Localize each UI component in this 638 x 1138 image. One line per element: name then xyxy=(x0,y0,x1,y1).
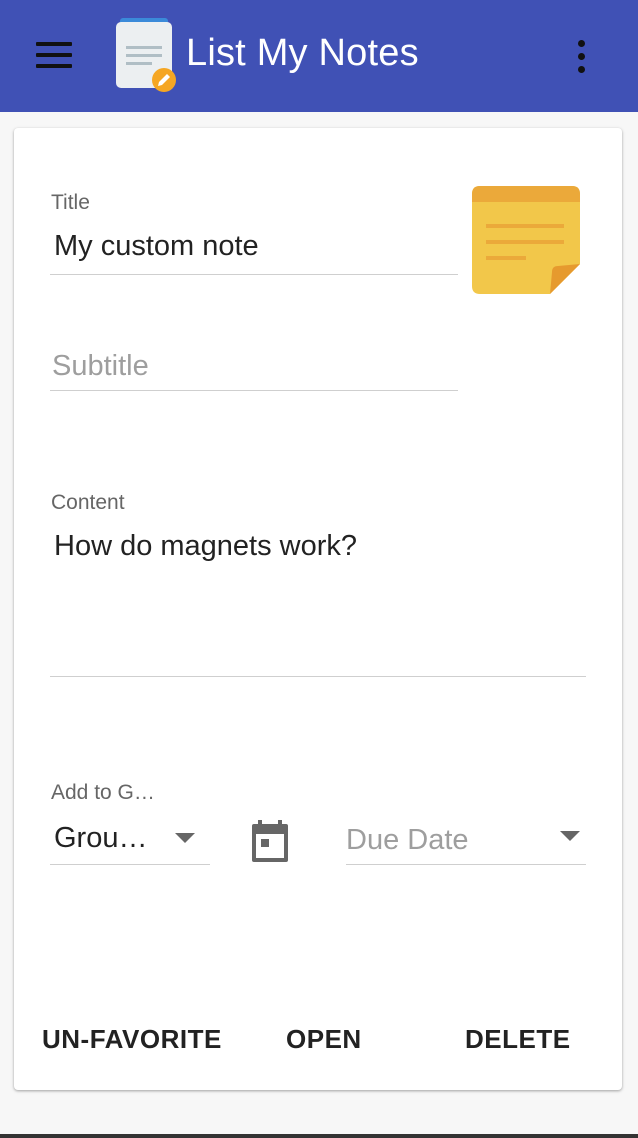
group-underline xyxy=(50,864,210,865)
hamburger-menu-icon[interactable] xyxy=(34,40,74,70)
content-underline xyxy=(50,676,586,677)
more-vert-icon[interactable] xyxy=(568,36,596,76)
group-label: Add to G… xyxy=(51,781,155,804)
bottom-divider xyxy=(0,1134,638,1138)
app-bar: List My Notes xyxy=(0,0,638,112)
content-textarea[interactable]: How do magnets work? xyxy=(54,530,357,563)
title-label: Title xyxy=(51,191,90,214)
due-date-select[interactable]: Due Date xyxy=(346,824,469,857)
subtitle-input[interactable]: Subtitle xyxy=(52,350,149,383)
content-label: Content xyxy=(51,491,125,514)
app-title: List My Notes xyxy=(186,32,419,74)
group-select[interactable]: Grou… xyxy=(54,822,147,855)
title-underline xyxy=(50,274,458,275)
title-input[interactable]: My custom note xyxy=(54,230,259,263)
chevron-down-icon[interactable] xyxy=(560,831,580,841)
notes-app-icon xyxy=(116,18,176,92)
subtitle-underline xyxy=(50,390,458,391)
open-button[interactable]: OPEN xyxy=(286,1024,362,1055)
calendar-icon[interactable] xyxy=(250,820,290,862)
due-date-underline xyxy=(346,864,586,865)
sticky-note-icon[interactable] xyxy=(472,186,580,294)
delete-button[interactable]: DELETE xyxy=(465,1024,571,1055)
unfavorite-button[interactable]: UN-FAVORITE xyxy=(42,1024,224,1055)
note-editor-card: Title My custom note Subtitle Content Ho… xyxy=(14,128,622,1090)
chevron-down-icon[interactable] xyxy=(175,833,195,843)
